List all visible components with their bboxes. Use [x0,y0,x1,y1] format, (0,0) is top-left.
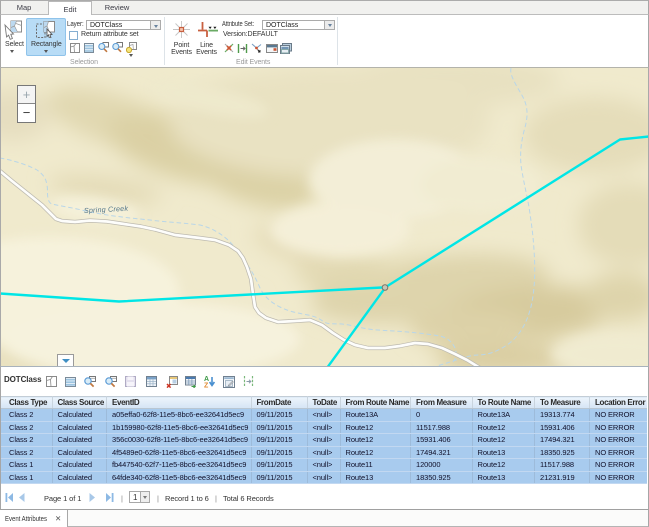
svg-text:Z: Z [204,383,209,389]
